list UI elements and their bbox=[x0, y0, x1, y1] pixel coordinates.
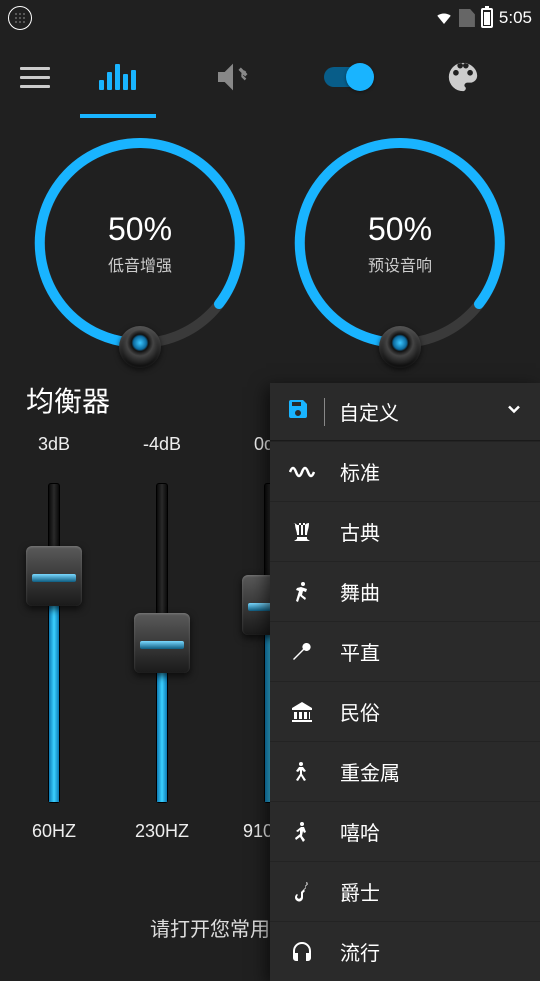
palette-icon bbox=[446, 60, 480, 94]
preset-item-classical[interactable]: 古典 bbox=[270, 501, 540, 561]
speaker-muted-icon bbox=[213, 57, 253, 97]
preset-label: 舞曲 bbox=[340, 577, 380, 606]
preset-item-flat[interactable]: 平直 bbox=[270, 621, 540, 681]
preset-label: 嘻哈 bbox=[340, 817, 380, 846]
battery-icon bbox=[481, 8, 493, 28]
tab-equalizer[interactable] bbox=[60, 36, 175, 118]
theme-button[interactable] bbox=[405, 36, 520, 118]
tab-volume[interactable] bbox=[175, 36, 290, 118]
preset-label: 平直 bbox=[340, 637, 380, 666]
master-toggle[interactable] bbox=[290, 36, 405, 118]
preset-item-folk[interactable]: 民俗 bbox=[270, 681, 540, 741]
preset-item-normal[interactable]: 标准 bbox=[270, 441, 540, 501]
dance-icon bbox=[288, 580, 316, 604]
status-time: 5:05 bbox=[499, 8, 532, 28]
preset-item-pop[interactable]: 流行 bbox=[270, 921, 540, 981]
hiphop-icon bbox=[288, 820, 316, 844]
eq-slider-230hz[interactable] bbox=[108, 483, 216, 803]
menu-button[interactable] bbox=[20, 67, 60, 88]
preset-label: 民俗 bbox=[340, 697, 380, 726]
preset-dropdown-header[interactable]: 自定义 bbox=[270, 383, 540, 441]
bass-boost-dial[interactable]: 50% 低音增强 bbox=[20, 118, 260, 368]
metal-icon bbox=[288, 760, 316, 784]
preset-label: 古典 bbox=[340, 517, 380, 546]
sax-icon bbox=[288, 880, 316, 904]
lyre-icon bbox=[288, 520, 316, 544]
hz-label: 230HZ bbox=[108, 821, 216, 842]
mic-icon bbox=[288, 640, 316, 664]
virt-knob[interactable] bbox=[379, 326, 421, 368]
preset-label: 流行 bbox=[340, 937, 380, 966]
preset-item-dance[interactable]: 舞曲 bbox=[270, 561, 540, 621]
chevron-down-icon bbox=[504, 399, 524, 424]
preset-dropdown: 自定义 标准 古典 舞曲 平直 民俗 重金属 嘻哈 爵士 流行 bbox=[270, 383, 540, 981]
preset-item-hiphop[interactable]: 嘻哈 bbox=[270, 801, 540, 861]
museum-icon bbox=[288, 700, 316, 724]
sim-icon bbox=[459, 9, 475, 27]
preset-item-jazz[interactable]: 爵士 bbox=[270, 861, 540, 921]
preset-label: 爵士 bbox=[340, 877, 380, 906]
eq-slider-60hz[interactable] bbox=[0, 483, 108, 803]
preset-item-metal[interactable]: 重金属 bbox=[270, 741, 540, 801]
save-icon bbox=[286, 397, 310, 426]
bass-knob[interactable] bbox=[119, 326, 161, 368]
db-label: 3dB bbox=[0, 434, 108, 455]
wave-icon bbox=[288, 462, 316, 482]
wifi-icon bbox=[435, 9, 453, 27]
virtualizer-dial[interactable]: 50% 预设音响 bbox=[280, 118, 520, 368]
hz-label: 60HZ bbox=[0, 821, 108, 842]
preset-label: 标准 bbox=[340, 457, 380, 486]
preset-selected: 自定义 bbox=[339, 397, 490, 426]
equalizer-icon bbox=[99, 64, 136, 90]
db-label: -4dB bbox=[108, 434, 216, 455]
preset-label: 重金属 bbox=[340, 757, 400, 786]
app-indicator-icon bbox=[8, 6, 32, 30]
